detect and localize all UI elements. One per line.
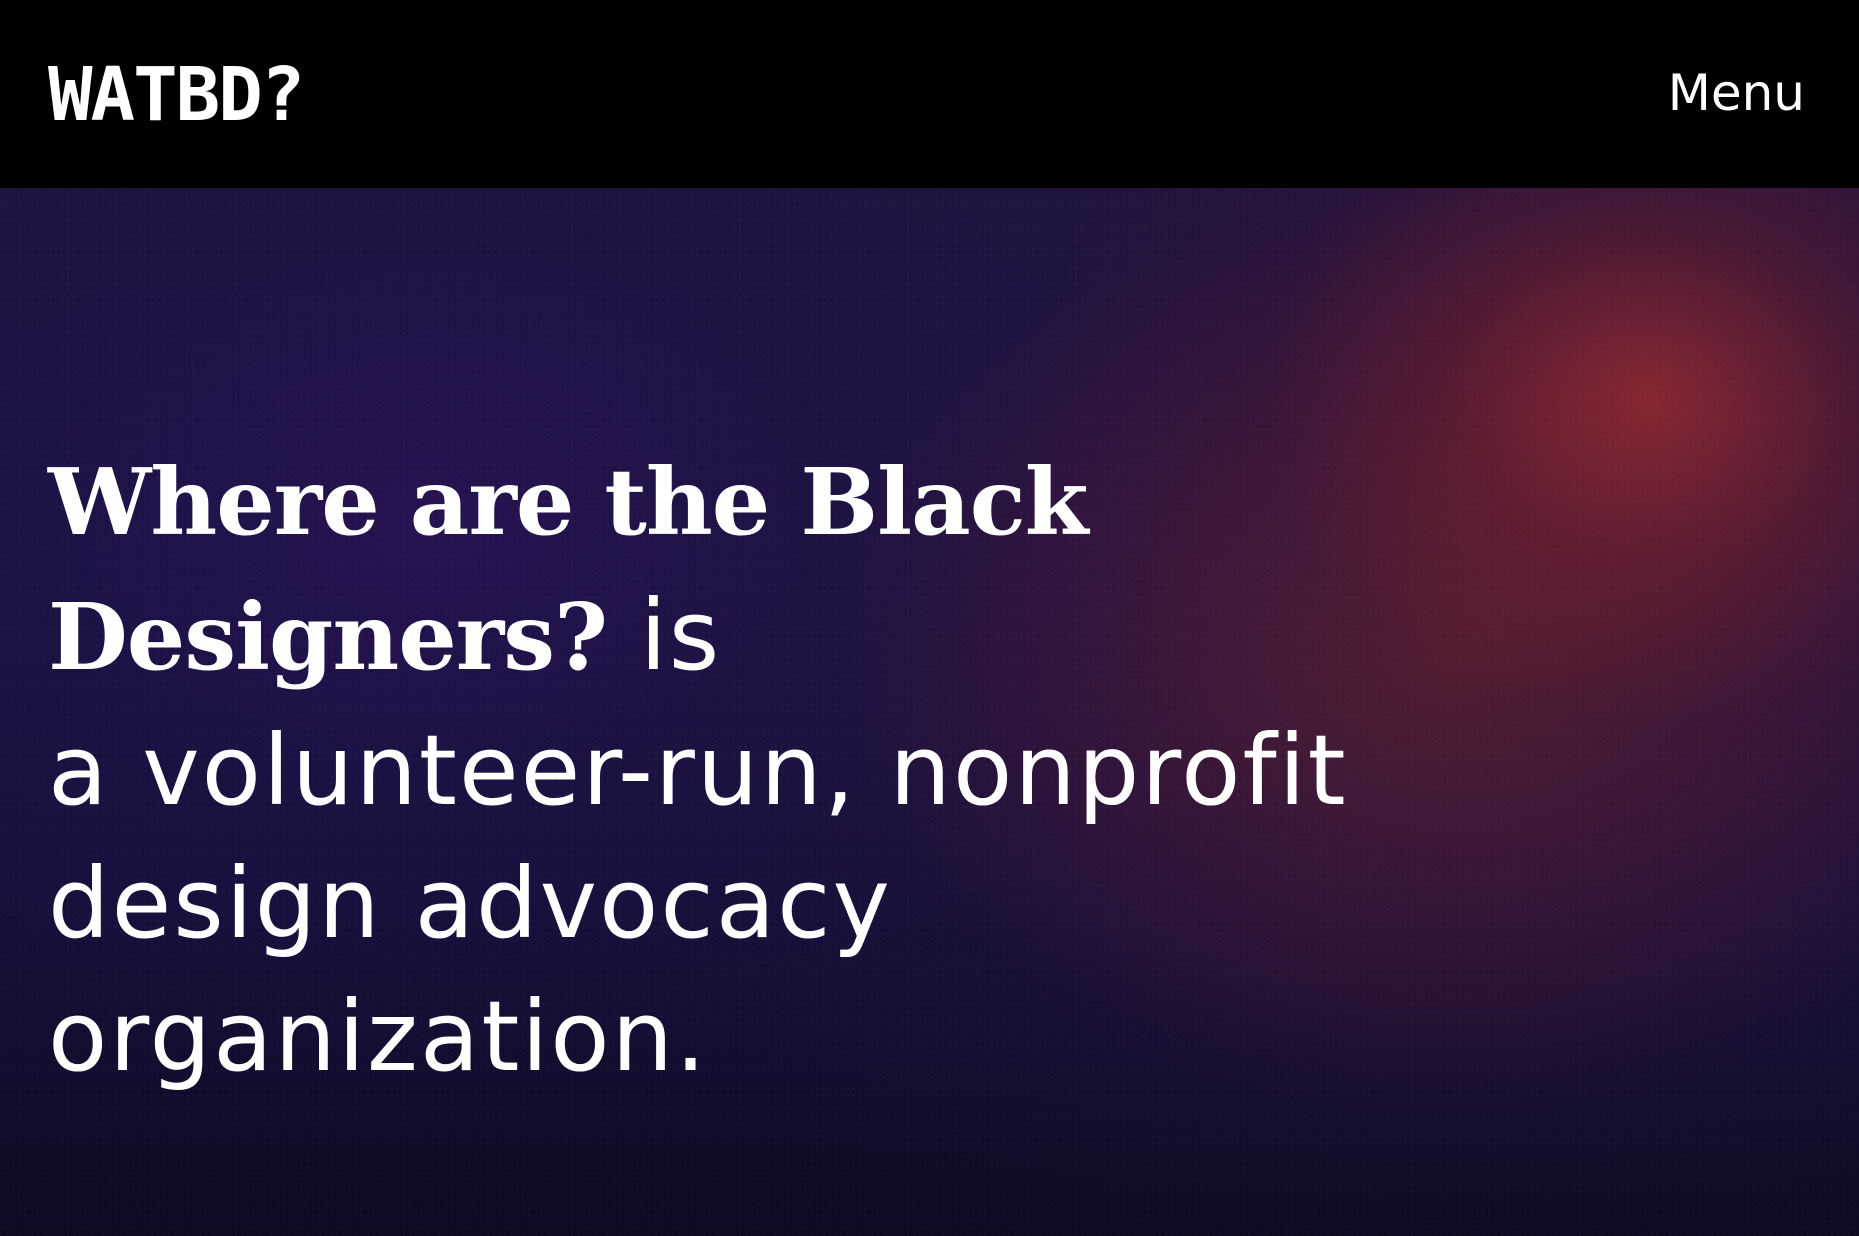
headline-line-2: a volunteer-run, nonprofit (48, 714, 1348, 827)
menu-button[interactable]: Menu (1668, 58, 1805, 128)
headline-line-1-rest: is (606, 579, 722, 692)
headline-line-4: organization. (48, 980, 708, 1093)
organization-name: Where are the Black Designers? (48, 448, 1088, 691)
hero-headline: Where are the Black Designers? is a volu… (48, 434, 1548, 1103)
site-header: WATBD? Menu (0, 0, 1859, 188)
site-logo[interactable]: WATBD? (48, 50, 305, 140)
hero-section: Where are the Black Designers? is a volu… (0, 188, 1859, 1236)
headline-line-3: design advocacy (48, 847, 892, 960)
